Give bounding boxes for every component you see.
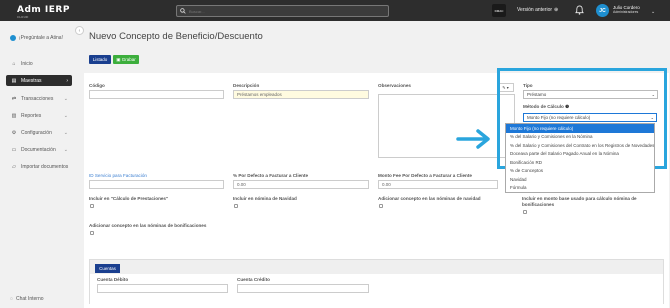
chk-adicionar-navidad-label: Adicionar concepto en las nóminas de nav… (378, 196, 481, 201)
app-logo[interactable]: Adm IERP CLOUD (17, 5, 70, 19)
metodo-label: Método de Cálculo ❶ (523, 104, 570, 109)
chevron-down-icon: ⌄ (63, 95, 68, 102)
top-bar: Adm IERP CLOUD DMAC Versión anterior ⊕ J… (0, 0, 670, 21)
id-servicio-input[interactable] (89, 180, 224, 189)
chevron-right-icon: › (66, 77, 68, 84)
dropdown-option[interactable]: Bonificación RD (506, 158, 654, 167)
chk-navidad-label: Incluir en nómina de Navidad (233, 196, 297, 201)
home-icon: ⌂ (12, 60, 16, 67)
descripcion-label: Descripción (233, 83, 260, 88)
exchange-icon: ⇄ (11, 95, 17, 102)
sidebar-item-transacciones[interactable]: ⇄ Transacciones ⌄ (6, 93, 72, 104)
fee-label: Monto Fee Por Defecto a Facturar a Clien… (378, 173, 472, 178)
sidebar-item-reportes[interactable]: ▥ Reportes ⌄ (6, 110, 72, 121)
credito-input[interactable] (237, 284, 369, 293)
bell-icon[interactable] (575, 5, 584, 15)
dropdown-option[interactable]: % del Salario y Comisiones del Contrato … (506, 141, 654, 150)
accounts-panel: Cuentas Cuenta Débito Cuenta Crédito (89, 259, 664, 304)
chevron-down-icon: ⌄ (63, 112, 68, 119)
arrow-circle-icon: ⊕ (554, 7, 559, 13)
search-input[interactable] (189, 8, 369, 14)
sidebar-collapse-button[interactable]: ‹ (75, 26, 84, 35)
document-icon: ▭ (11, 146, 17, 153)
chat-icon: ◌ (10, 296, 13, 302)
search-box[interactable] (176, 5, 389, 17)
credito-label: Cuenta Crédito (237, 277, 270, 282)
company-badge[interactable]: DMAC (492, 4, 506, 17)
book-icon: ▤ (11, 77, 17, 84)
ask-atina-link[interactable]: ¡Pregúntale a Atina! (10, 35, 63, 41)
accounts-body: Cuenta Débito Cuenta Crédito (90, 274, 663, 304)
sidebar-item-inicio[interactable]: ⌂ Inicio (6, 58, 72, 69)
dropdown-option[interactable]: Fórmula (506, 184, 654, 193)
user-info[interactable]: Julio Cordero Administradores (613, 5, 640, 15)
debito-label: Cuenta Débito (97, 277, 129, 282)
user-role: Administradores (613, 10, 639, 14)
previous-version-link[interactable]: Versión anterior ⊕ (517, 7, 558, 13)
pct-defecto-input[interactable]: 0.00 (233, 180, 369, 189)
chevron-down-icon: ⌄ (63, 129, 68, 136)
chk-bonificaciones[interactable] (523, 210, 527, 214)
id-servicio-label: ID Servicio para Facturación (89, 173, 147, 178)
sidebar: ¡Pregúntale a Atina! ⌂ Inicio ▤ Maestras… (0, 21, 80, 308)
arrow-right-icon (456, 129, 490, 149)
chevron-down-icon[interactable]: ⌄ (651, 9, 655, 15)
chk-adicionar-bonif[interactable] (90, 231, 94, 235)
codigo-input[interactable] (89, 90, 224, 99)
folder-icon: ▱ (12, 163, 16, 170)
gear-icon: ⚙ (11, 129, 17, 136)
sidebar-item-maestras[interactable]: ▤ Maestras › (6, 75, 72, 86)
debito-input[interactable] (97, 284, 228, 293)
avatar[interactable]: JC (596, 4, 609, 17)
chk-adicionar-bonif-label: Adicionar concepto en las nóminas de bon… (89, 223, 207, 228)
metodo-select[interactable]: Monto Fijo (no requiere cálculo) ⌄ (523, 113, 657, 122)
sidebar-item-importar[interactable]: ▱ Importar documentos (6, 161, 72, 172)
chat-bot-icon (10, 35, 16, 41)
dropdown-option[interactable]: Monto Fijo (no requiere cálculo) (506, 124, 654, 133)
save-button[interactable]: ▣ Grabar (113, 55, 139, 64)
chk-navidad[interactable] (234, 204, 238, 208)
page-title: Nuevo Concepto de Beneficio/Descuento (89, 31, 263, 42)
sidebar-item-documentacion[interactable]: ▭ Documentación ⌄ (6, 144, 72, 155)
dropdown-option[interactable]: Navidad (506, 175, 654, 184)
chk-prestaciones[interactable] (90, 204, 94, 208)
observaciones-label: Observaciones (378, 83, 411, 88)
fee-input[interactable]: 0.00 (378, 180, 498, 189)
chevron-down-icon: ⌄ (650, 115, 654, 120)
chevron-down-icon: ⌄ (63, 146, 68, 153)
main-content: Nuevo Concepto de Beneficio/Descuento Li… (84, 21, 670, 308)
metodo-dropdown-list: Monto Fijo (no requiere cálculo) % del S… (505, 123, 655, 193)
codigo-label: Código (89, 83, 105, 88)
info-icon: ❶ (565, 104, 570, 109)
dropdown-option[interactable]: % del Salario y Comisiones en la Nómina (506, 133, 654, 142)
chevron-left-icon: ‹ (78, 27, 81, 34)
report-icon: ▥ (11, 112, 17, 119)
chat-link[interactable]: ◌ Chat Interno (10, 296, 44, 302)
search-icon (180, 8, 186, 14)
tab-cuentas[interactable]: Cuentas (95, 264, 120, 273)
dropdown-option[interactable]: Doceava parte del Salario Pagado Anual e… (506, 150, 654, 159)
sidebar-item-configuracion[interactable]: ⚙ Configuración ⌄ (6, 127, 72, 138)
chk-adicionar-navidad[interactable] (379, 204, 383, 208)
pct-defecto-label: % Por Defecto a Facturar a Cliente (233, 173, 309, 178)
chk-bonificaciones-label: Incluir en monto base usado para cálculo… (522, 196, 637, 207)
chk-prestaciones-label: Incluir en "Cálculo de Prestaciones" (89, 196, 169, 201)
list-button[interactable]: Listado (89, 55, 111, 64)
descripcion-input[interactable]: Préstamos empleados (233, 90, 369, 99)
dropdown-option[interactable]: % de Conceptos (506, 167, 654, 176)
